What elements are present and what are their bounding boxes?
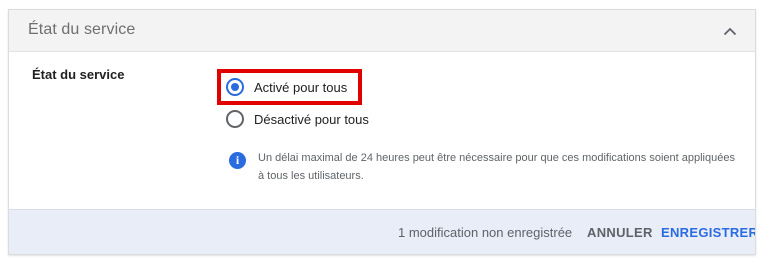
section-label: État du service xyxy=(32,67,125,82)
cancel-button[interactable]: ANNULER xyxy=(587,225,653,240)
radio-label-enabled: Activé pour tous xyxy=(254,79,348,95)
chevron-up-icon xyxy=(723,27,737,35)
card-header[interactable]: État du service xyxy=(9,10,755,52)
radio-option-disabled[interactable]: Désactivé pour tous xyxy=(226,108,369,130)
footer-bar: 1 modification non enregistrée ANNULER E… xyxy=(9,209,755,254)
radio-button-disabled[interactable] xyxy=(226,110,244,128)
radio-label-disabled: Désactivé pour tous xyxy=(254,111,369,127)
info-icon: i xyxy=(229,152,246,169)
collapse-button[interactable] xyxy=(719,20,741,42)
unsaved-changes-text: 1 modification non enregistrée xyxy=(398,225,573,240)
save-button[interactable]: ENREGISTRER xyxy=(661,225,755,240)
radio-button-enabled[interactable] xyxy=(226,78,244,96)
info-message: Un délai maximal de 24 heures peut être … xyxy=(258,152,735,182)
radio-option-enabled[interactable]: Activé pour tous xyxy=(226,76,347,98)
service-status-card: État du service État du service Activé p… xyxy=(8,9,756,255)
header-title: État du service xyxy=(28,21,136,38)
